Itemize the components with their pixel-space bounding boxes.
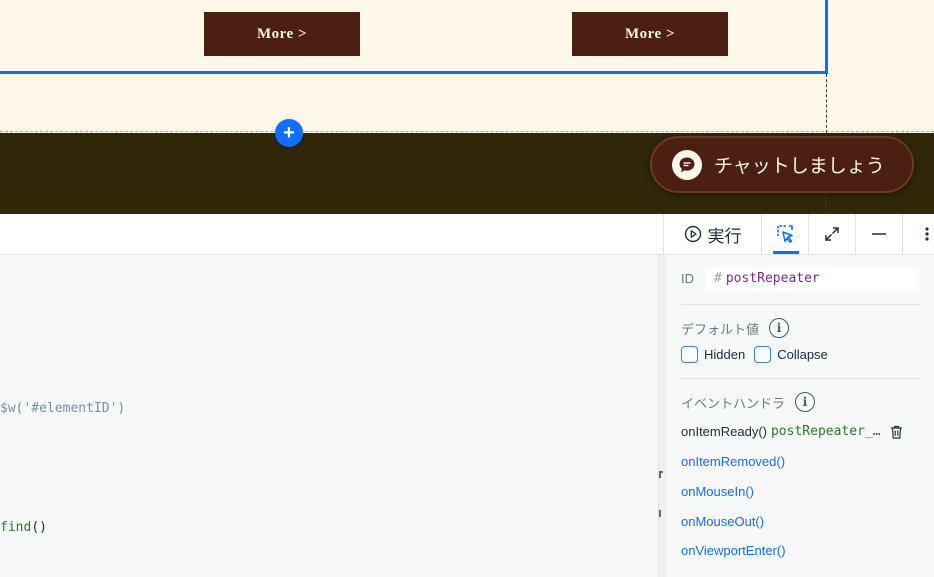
minimize-button[interactable] (855, 214, 902, 254)
collapse-checkbox[interactable] (754, 346, 772, 363)
event-handlers-title: イベントハンドラ i (681, 392, 816, 412)
event-handlers-label: イベントハンドラ (681, 396, 786, 412)
active-tab-indicator (773, 251, 799, 254)
divider (681, 378, 920, 379)
code-line: find() (0, 520, 47, 535)
id-field[interactable]: # postRepeater (705, 266, 919, 291)
more-button[interactable]: More > (572, 12, 728, 56)
code-paren: () (31, 520, 47, 535)
section-guide-line (0, 131, 934, 132)
run-label: 実行 (707, 226, 742, 247)
site-canvas: More > More > + チャットしましょう (0, 0, 934, 214)
dev-toolbar: 実行 (0, 214, 934, 255)
expand-icon (825, 227, 839, 241)
splitter-handle-icon[interactable] (659, 471, 663, 478)
default-values-label: デフォルト値 (681, 322, 760, 338)
panel-splitter[interactable] (658, 255, 666, 577)
properties-panel: ID # postRepeater デフォルト値 i Hidden Collap… (666, 255, 934, 577)
event-onviewportenter[interactable]: onViewportEnter() (681, 543, 786, 558)
id-label: ID (681, 271, 694, 286)
default-values-options: Hidden Collapse (681, 346, 837, 363)
event-handler-link[interactable]: postRepeater_… (771, 424, 881, 439)
chat-bubble-icon (672, 149, 702, 180)
collapse-checkbox-item[interactable]: Collapse (754, 346, 828, 363)
more-button[interactable]: More > (204, 12, 360, 56)
default-values-title: デフォルト値 i (681, 318, 790, 338)
event-onmouseout[interactable]: onMouseOut() (681, 514, 764, 529)
expand-button[interactable] (808, 214, 855, 254)
add-section-button[interactable]: + (275, 119, 303, 147)
collapse-label: Collapse (777, 347, 828, 362)
chat-button-label: チャットしましょう (714, 155, 885, 177)
run-button[interactable]: 実行 (663, 214, 761, 254)
id-value: postRepeater (725, 271, 820, 286)
code-line: $w('#elementID') (0, 401, 126, 416)
splitter-grip-icon[interactable] (659, 510, 663, 517)
divider (681, 304, 920, 305)
hidden-label: Hidden (704, 347, 746, 362)
event-name: onItemReady() (681, 424, 767, 439)
more-options-button[interactable] (902, 214, 934, 254)
select-cursor-icon (777, 225, 793, 243)
event-onmousein[interactable]: onMouseIn() (681, 484, 754, 499)
trash-icon[interactable] (890, 425, 903, 439)
minimize-icon (872, 233, 886, 235)
id-row: ID # postRepeater (681, 266, 919, 291)
info-icon[interactable]: i (769, 318, 790, 338)
code-function: find (0, 520, 32, 535)
event-onitemready: onItemReady() postRepeater_… (681, 424, 903, 439)
chat-button[interactable]: チャットしましょう (650, 136, 914, 193)
hidden-checkbox[interactable] (681, 346, 698, 363)
play-circle-icon (684, 225, 701, 243)
code-editor[interactable]: $w('#elementID') find() (0, 255, 658, 577)
inspect-element-button[interactable] (761, 214, 808, 254)
event-onitemremoved[interactable]: onItemRemoved() (681, 454, 785, 469)
hash-symbol: # (714, 271, 722, 286)
hidden-checkbox-item[interactable]: Hidden (681, 346, 745, 363)
info-icon[interactable]: i (795, 392, 816, 412)
kebab-menu-icon (925, 227, 929, 241)
